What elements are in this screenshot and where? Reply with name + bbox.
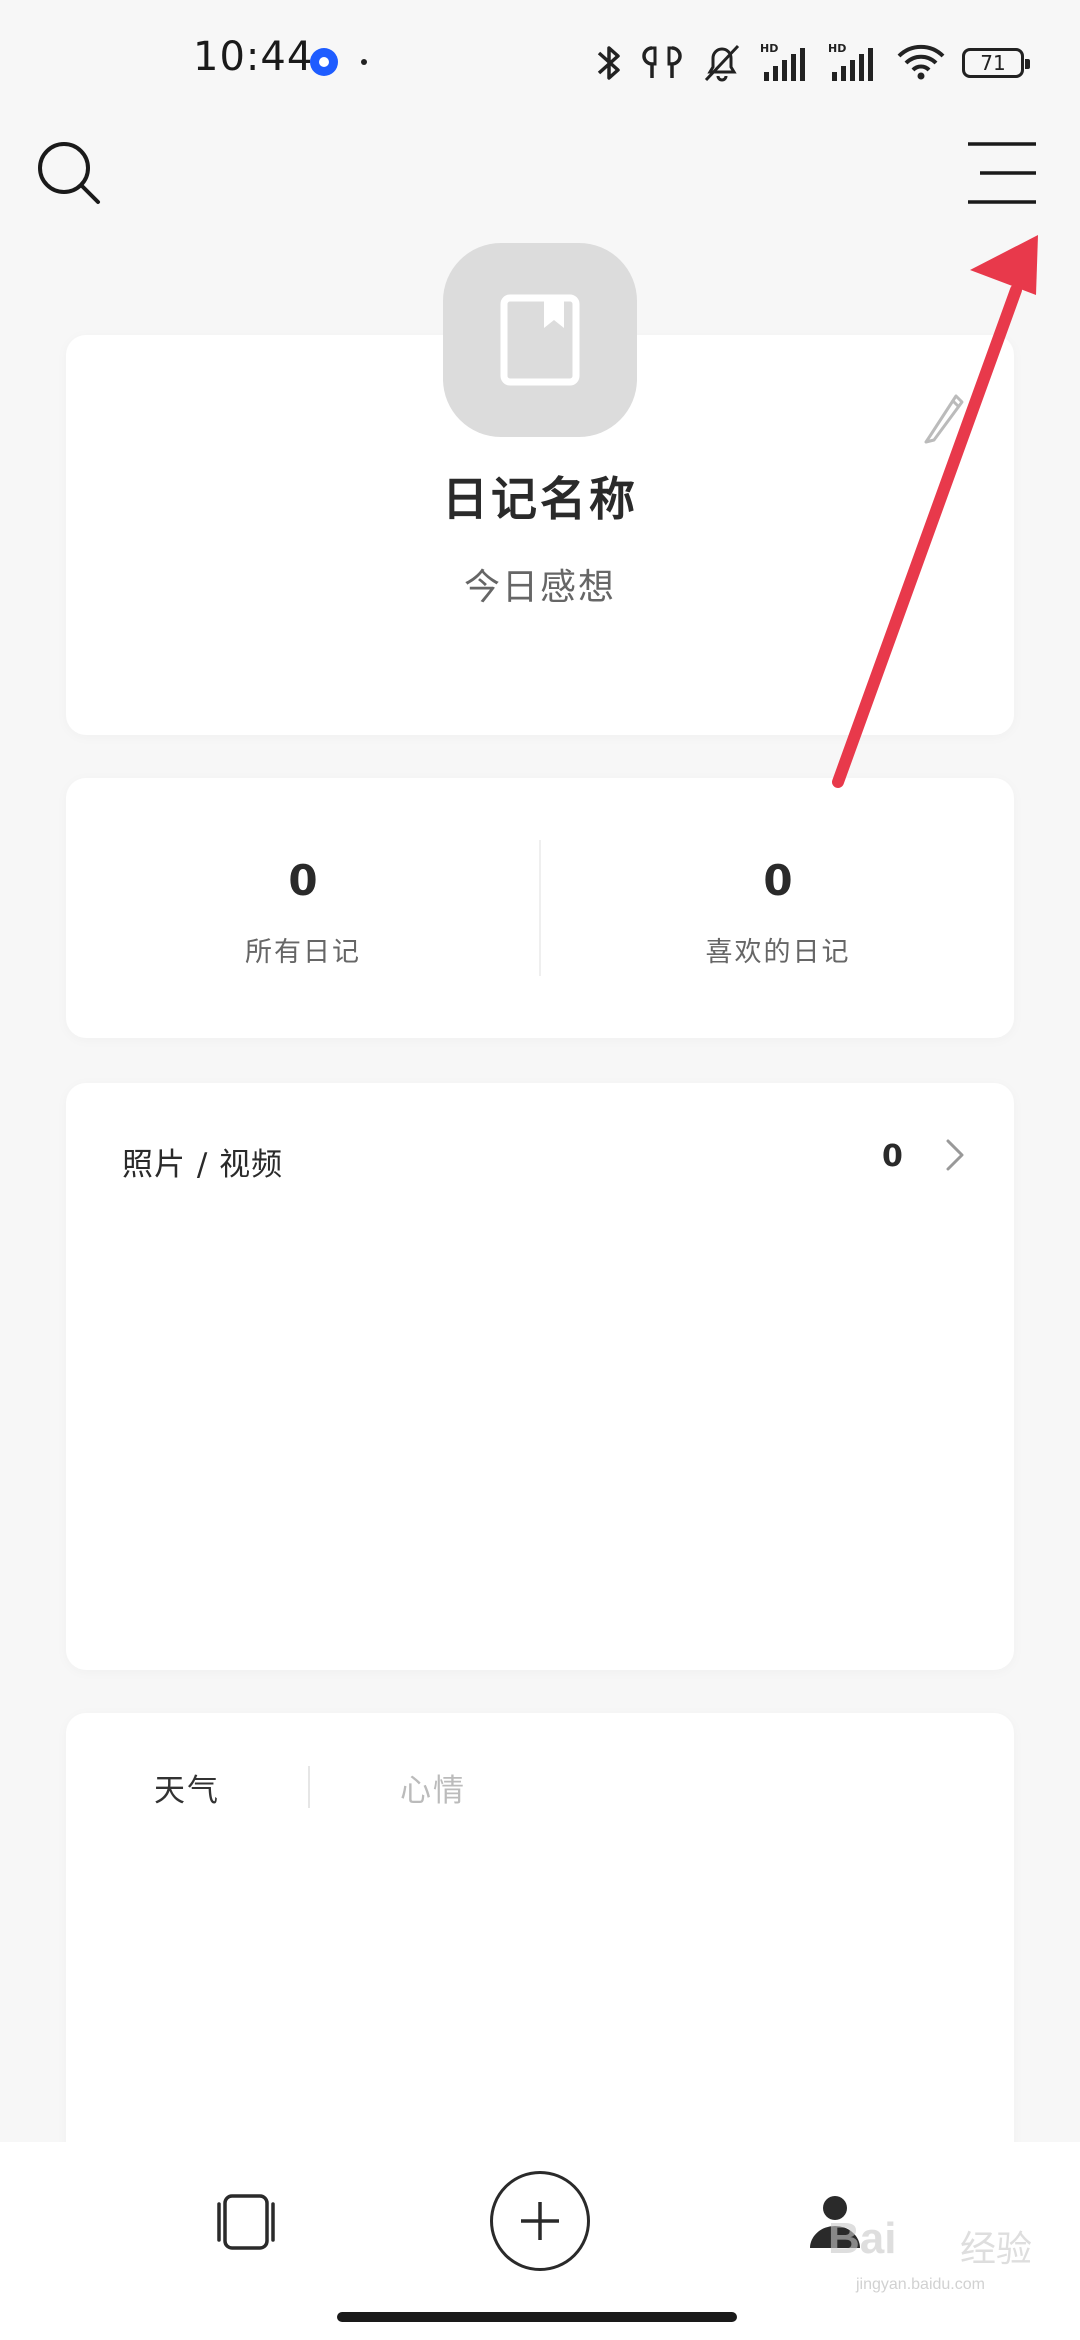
media-title: 照片 / 视频 [122, 1147, 284, 1183]
tab-mood[interactable]: 心情 [400, 1765, 466, 1810]
signal-hd-icon-2: HD [828, 42, 873, 81]
stat-all-diaries[interactable]: 0 所有日记 [66, 778, 540, 1038]
watermark-brand: Bai [828, 2214, 897, 2263]
diary-subtitle: 今日感想 [463, 567, 616, 608]
watermark-url: jingyan.baidu.com [856, 2276, 985, 2293]
chevron-right-icon[interactable] [942, 1133, 968, 1177]
stat-label: 所有日记 [245, 937, 361, 968]
home-indicator[interactable] [337, 2312, 737, 2322]
search-icon[interactable] [34, 138, 104, 208]
stats-card: 0 所有日记 0 喜欢的日记 [66, 778, 1014, 1038]
battery-level: 71 [980, 51, 1006, 75]
app-notification-icon [310, 48, 338, 76]
stat-liked-diaries[interactable]: 0 喜欢的日记 [541, 778, 1015, 1038]
diary-avatar[interactable] [443, 243, 637, 437]
battery-icon: 71 [962, 48, 1030, 78]
plus-icon [521, 2202, 559, 2240]
watermark-brand-cn: 经验 [960, 2229, 1033, 2270]
tab-divider [308, 1766, 310, 1808]
notification-dot [361, 59, 367, 65]
status-time: 10:44 [193, 34, 314, 80]
pencil-icon[interactable] [922, 388, 966, 444]
add-diary-button[interactable] [490, 2171, 590, 2271]
mute-bell-icon [704, 44, 740, 82]
signal-hd-icon: HD [760, 42, 805, 81]
top-bar [0, 120, 1080, 230]
status-icons: HD HD 71 [594, 38, 1030, 88]
stat-value: 0 [288, 856, 318, 905]
weather-mood-card: 天气 心情 [66, 1713, 1014, 2173]
status-bar: 10:44 HD HD 71 [0, 0, 1080, 120]
svg-text:HD: HD [828, 42, 846, 55]
tab-weather[interactable]: 天气 [154, 1765, 220, 1810]
baidu-watermark: Bai 经验 jingyan.baidu.com [820, 2196, 1060, 2316]
wifi-icon [897, 44, 945, 80]
stat-label: 喜欢的日记 [705, 937, 851, 968]
menu-icon[interactable] [966, 140, 1038, 206]
bookmark-book-icon [500, 294, 580, 386]
media-card[interactable]: 照片 / 视频 0 [66, 1083, 1014, 1670]
cards-icon[interactable] [211, 2192, 281, 2252]
earbuds-icon [642, 46, 682, 78]
stat-value: 0 [763, 856, 793, 905]
diary-name: 日记名称 [442, 472, 638, 526]
media-count: 0 [882, 1139, 903, 1174]
svg-text:HD: HD [760, 42, 778, 55]
bluetooth-icon [597, 46, 620, 80]
